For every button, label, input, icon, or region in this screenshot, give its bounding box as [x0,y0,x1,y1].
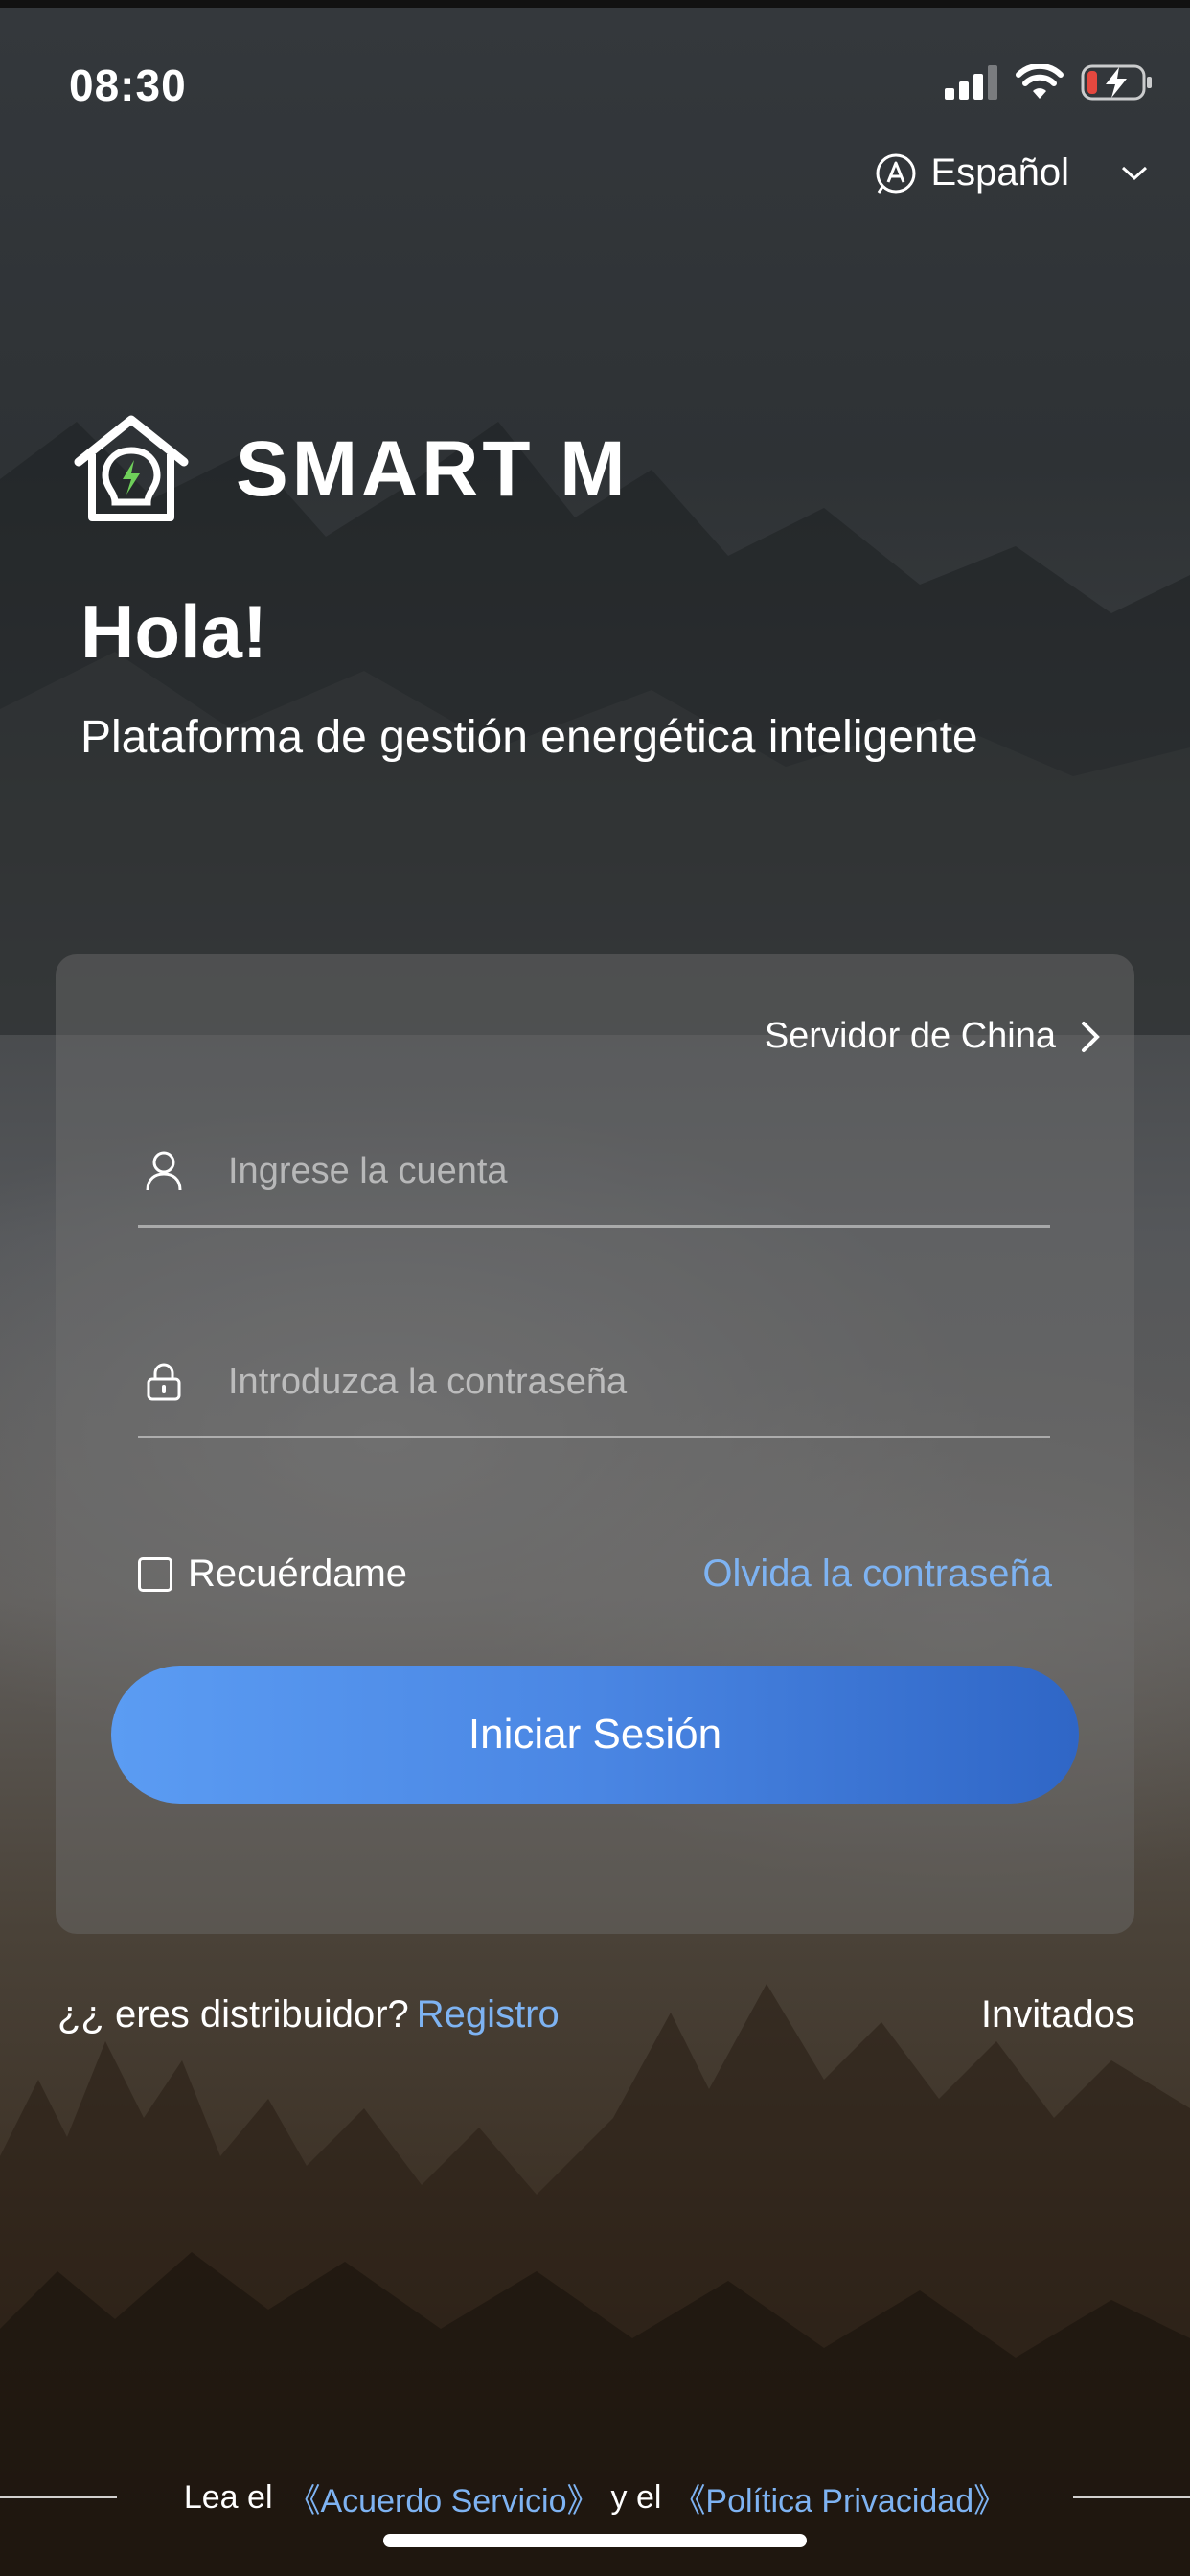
guests-link[interactable]: Invitados [981,1993,1134,2036]
legal-divider-right [1073,2496,1190,2498]
language-icon [876,153,916,194]
privacy-policy-link[interactable]: 《Política Privacidad》 [673,2474,1006,2521]
legal-prefix: Lea el [183,2479,273,2516]
login-button[interactable]: Iniciar Sesión [111,1666,1079,1804]
legal-divider-left [0,2496,117,2498]
language-selector[interactable]: Español [875,151,1148,195]
login-card: Servidor de China Recuérdame Olvida la c… [56,954,1134,1934]
register-link[interactable]: Registro [417,1993,560,2036]
account-field [138,1117,1050,1228]
smart-home-logo-icon [74,415,189,521]
distributor-question: ¿¿ eres distribuidor? [57,1993,409,2036]
brand: SMART M [71,414,629,525]
legal-notice: Lea el 《Acuerdo Servicio》 y el 《Política… [0,2474,1190,2521]
user-icon [138,1150,190,1192]
home-indicator [383,2534,807,2547]
greeting-title: Hola! [80,589,267,674]
signal-icon [945,65,997,100]
legal-join: y el [610,2479,662,2516]
distributor-row: ¿¿ eres distribuidor? Registro [57,1993,560,2036]
remember-me[interactable]: Recuérdame [138,1552,407,1596]
greeting-subtitle: Plataforma de gestión energética intelig… [80,712,978,763]
lock-icon [138,1363,190,1401]
service-agreement-link[interactable]: 《Acuerdo Servicio》 [288,2474,600,2521]
server-selector[interactable]: Servidor de China [765,1016,1100,1057]
status-icons [945,63,1154,102]
brand-name: SMART M [236,426,629,513]
password-field [138,1328,1050,1438]
chevron-down-icon [1121,166,1148,180]
wifi-icon [1016,64,1064,99]
language-label: Español [930,151,1069,194]
forgot-password-link[interactable]: Olvida la contraseña [702,1552,1052,1596]
password-input[interactable] [226,1360,996,1404]
account-input[interactable] [226,1149,996,1193]
top-edge [0,0,1190,8]
battery-charging-icon [1081,64,1152,101]
status-time: 08:30 [69,60,187,110]
remember-checkbox[interactable] [138,1556,172,1592]
server-label: Servidor de China [764,1016,1056,1056]
forest-silhouette [0,1984,1190,2576]
chevron-right-icon [1082,1021,1100,1052]
remember-label: Recuérdame [188,1552,408,1595]
